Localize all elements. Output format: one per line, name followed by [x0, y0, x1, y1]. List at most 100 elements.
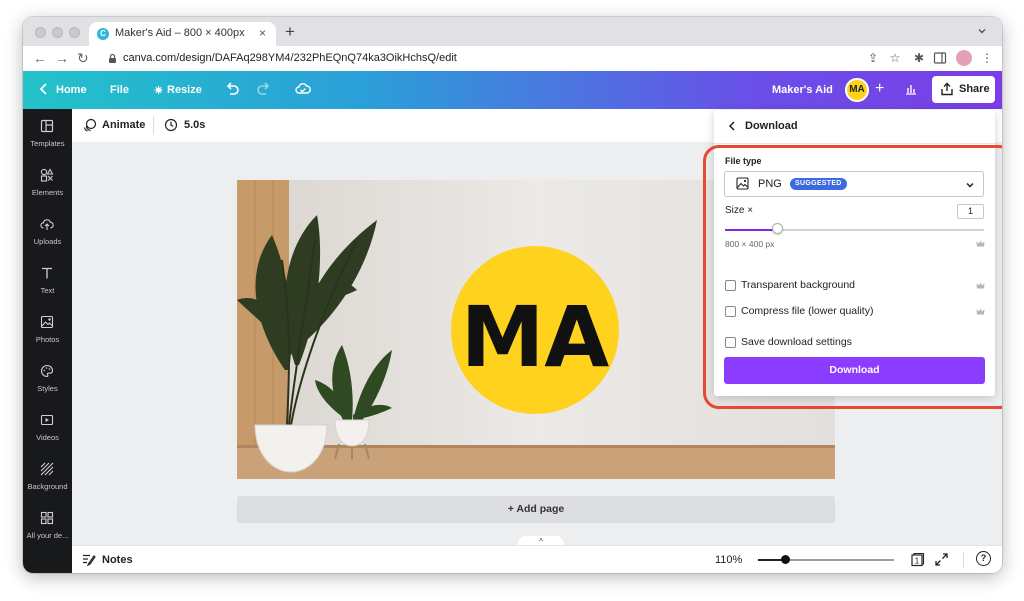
elements-icon	[40, 168, 54, 182]
bottom-bar: Notes 110% 1 ?	[72, 545, 1002, 573]
resize-button[interactable]: Resize	[167, 84, 202, 96]
text-icon	[42, 267, 52, 279]
compress-file-checkbox[interactable]	[725, 306, 736, 317]
home-button[interactable]: Home	[56, 84, 87, 96]
profile-avatar[interactable]	[956, 50, 972, 66]
window-minimize-button[interactable]	[52, 27, 63, 38]
size-slider-knob[interactable]	[771, 223, 783, 234]
sidebar-item-photos[interactable]: Photos	[23, 315, 72, 361]
team-name[interactable]: Maker's Aid	[772, 84, 833, 96]
back-arrow-icon[interactable]: ←	[33, 50, 47, 66]
pro-crown-icon	[976, 282, 985, 289]
sidebar-item-label: Styles	[37, 384, 58, 393]
styles-palette-icon	[41, 364, 54, 378]
sidebar-item-uploads[interactable]: Uploads	[23, 217, 72, 263]
page-count-icon[interactable]: 1	[910, 552, 925, 567]
zoom-slider-knob[interactable]	[781, 555, 791, 564]
panel-divider	[714, 143, 995, 144]
animate-button[interactable]: Animate	[102, 119, 145, 131]
sidebar-item-styles[interactable]: Styles	[23, 364, 72, 410]
address-bar-row: ← → ↻ canva.com/design/DAFAq298YM4/232Ph…	[23, 46, 1002, 72]
browser-titlebar: C Maker's Aid – 800 × 400px × +	[23, 17, 1002, 46]
add-member-button[interactable]: +	[875, 80, 884, 98]
sidebar-item-label: Uploads	[33, 237, 62, 246]
transparent-background-checkbox[interactable]	[725, 280, 736, 291]
browser-menu-icon[interactable]: ⋮	[980, 51, 994, 65]
share-label: Share	[959, 83, 990, 95]
all-designs-grid-icon	[40, 511, 54, 525]
sidebar-item-label: Photos	[35, 335, 60, 344]
insights-chart-icon[interactable]	[902, 80, 920, 98]
tab-search-chevron-icon[interactable]	[976, 25, 988, 37]
notes-icon	[83, 554, 96, 567]
reload-icon[interactable]: ↻	[77, 50, 89, 67]
sidebar-item-templates[interactable]: Templates	[23, 119, 72, 165]
sidebar-item-label: Elements	[31, 188, 64, 197]
share-page-icon[interactable]: ⇪	[866, 51, 880, 65]
sidebar-item-label: Templates	[30, 139, 65, 148]
bookmark-star-icon[interactable]: ☆	[888, 51, 902, 65]
editor-header: Home File ✷ Resize Maker's Aid MA + Shar…	[23, 71, 1002, 109]
file-type-label: File type	[725, 156, 762, 166]
uploads-icon	[40, 219, 54, 230]
chevron-left-icon[interactable]	[35, 80, 53, 98]
window-close-button[interactable]	[35, 27, 46, 38]
sidebar-item-elements[interactable]: Elements	[23, 168, 72, 214]
logo-text: MA	[461, 288, 610, 386]
download-panel: Download File type PNG SUGGESTED Size × …	[714, 110, 995, 396]
sidebar-item-text[interactable]: Text	[23, 266, 72, 312]
size-input[interactable]: 1	[957, 204, 984, 219]
panel-title: Download	[745, 120, 798, 132]
bottom-divider	[963, 552, 964, 568]
suggested-badge: SUGGESTED	[790, 178, 847, 190]
extensions-puzzle-icon[interactable]: ✱	[912, 51, 926, 65]
side-panel-icon[interactable]	[933, 51, 947, 65]
lock-icon	[109, 53, 116, 63]
templates-icon	[40, 119, 54, 133]
save-download-settings-label[interactable]: Save download settings	[741, 336, 852, 348]
share-upload-icon	[941, 82, 953, 96]
animate-icon	[83, 118, 97, 132]
videos-icon	[40, 414, 54, 426]
new-tab-button[interactable]: +	[285, 22, 295, 42]
window-zoom-button[interactable]	[69, 27, 80, 38]
file-menu-button[interactable]: File	[110, 84, 129, 96]
add-page-button[interactable]: + Add page	[237, 496, 835, 523]
back-chevron-icon[interactable]	[726, 120, 738, 132]
url-field[interactable]: canva.com/design/DAFAq298YM4/232PhEQnQ74…	[123, 52, 457, 64]
file-type-value: PNG	[758, 178, 782, 190]
photos-icon	[40, 315, 54, 329]
share-button[interactable]: Share	[932, 76, 995, 103]
sidebar-item-label: Background	[27, 482, 68, 491]
dimensions-label: 800 × 400 px	[725, 239, 775, 249]
sidebar-item-videos[interactable]: Videos	[23, 413, 72, 459]
size-slider-fill	[725, 229, 777, 231]
user-avatar[interactable]: MA	[845, 78, 869, 102]
compress-file-label[interactable]: Compress file (lower quality)	[741, 305, 873, 317]
download-button[interactable]: Download	[724, 357, 985, 384]
size-label: Size ×	[725, 205, 754, 216]
browser-tab[interactable]: C Maker's Aid – 800 × 400px ×	[89, 22, 276, 46]
zoom-percentage[interactable]: 110%	[715, 554, 742, 566]
page-count: 1	[915, 557, 920, 566]
fullscreen-expand-icon[interactable]	[934, 552, 949, 567]
notes-button[interactable]: Notes	[102, 554, 133, 566]
forward-arrow-icon[interactable]: →	[55, 50, 69, 66]
chevron-down-icon	[966, 182, 974, 188]
file-type-dropdown[interactable]: PNG SUGGESTED	[724, 171, 984, 197]
cloud-saved-icon[interactable]	[294, 80, 312, 98]
tab-title: Maker's Aid – 800 × 400px	[115, 27, 245, 39]
canva-favicon-icon: C	[97, 28, 109, 40]
undo-icon[interactable]	[223, 80, 241, 98]
sidebar-item-all-designs[interactable]: All your de...	[23, 511, 72, 557]
save-download-settings-checkbox[interactable]	[725, 337, 736, 348]
transparent-background-label[interactable]: Transparent background	[741, 279, 855, 291]
browser-window: C Maker's Aid – 800 × 400px × + ← → ↻ ca…	[23, 17, 1002, 573]
sidebar-item-background[interactable]: Background	[23, 462, 72, 508]
sidebar-item-label: Videos	[36, 433, 59, 442]
redo-icon[interactable]	[255, 80, 273, 98]
toolbar-divider	[153, 116, 154, 135]
tab-close-icon[interactable]: ×	[259, 26, 266, 40]
help-button[interactable]: ?	[976, 551, 991, 566]
duration-button[interactable]: 5.0s	[184, 119, 205, 131]
